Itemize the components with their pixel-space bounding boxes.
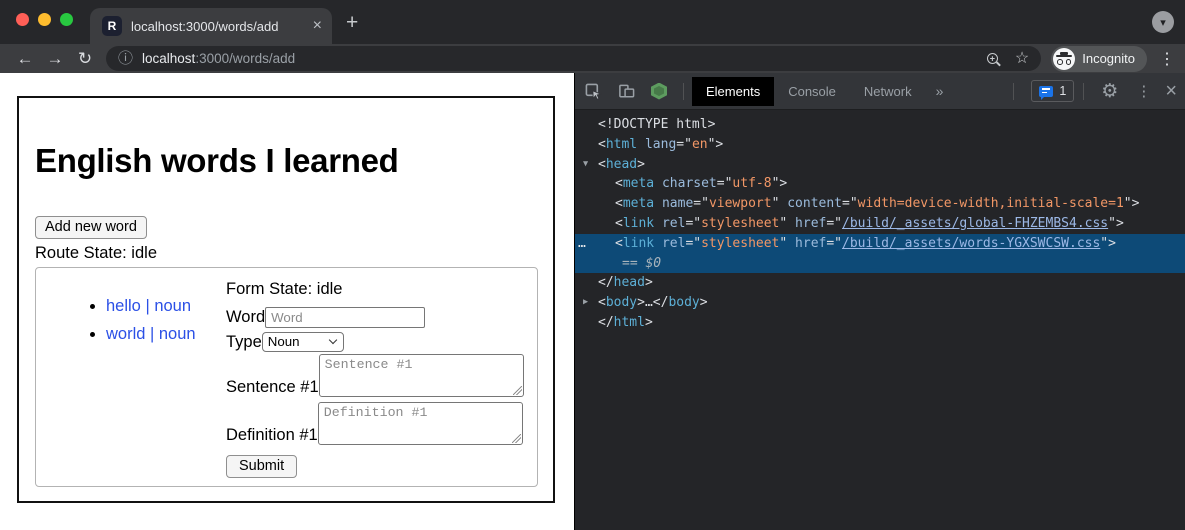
dom-tree: <!DOCTYPE html><html lang="en">▼<head><m… — [575, 110, 1185, 333]
devtools-tab-network[interactable]: Network — [850, 77, 926, 106]
word-input[interactable] — [265, 307, 425, 328]
submit-button[interactable]: Submit — [226, 455, 297, 478]
devtools-tab-console[interactable]: Console — [774, 77, 850, 106]
app-container: English words I learned Add new word Rou… — [17, 96, 555, 503]
bookmark-star-icon[interactable]: ☆ — [1015, 51, 1029, 67]
code-line[interactable]: <html lang="en"> — [575, 135, 1185, 155]
minimize-window-button[interactable] — [38, 13, 51, 26]
collapse-arrow-icon[interactable]: ▼ — [583, 155, 588, 175]
sentence-label: Sentence #1 — [226, 378, 319, 397]
word-list: hello | noun world | noun — [36, 297, 226, 344]
page-viewport: English words I learned Add new word Rou… — [0, 73, 574, 530]
code-line[interactable]: == $0 — [575, 254, 1185, 274]
incognito-icon — [1053, 48, 1075, 70]
form-state-text: Form State: idle — [226, 280, 527, 299]
word-link[interactable]: hello | noun — [106, 297, 191, 315]
route-state-text: Route State: idle — [35, 244, 157, 263]
page-title: English words I learned — [35, 142, 399, 180]
words-panel: hello | noun world | noun Form State: idl… — [35, 267, 538, 487]
issues-count: 1 — [1059, 84, 1066, 98]
definition-textarea[interactable] — [318, 402, 523, 445]
code-line[interactable]: <!DOCTYPE html> — [575, 115, 1185, 135]
url-text: localhost:3000/words/add — [142, 51, 295, 66]
toolbar-divider — [1013, 83, 1014, 100]
devtools-panel: ElementsConsoleNetwork » 1 ⚙ ⋮ × <!DOCTY… — [574, 73, 1185, 530]
code-line[interactable]: ▶<body>…</body> — [575, 293, 1185, 313]
fullscreen-window-button[interactable] — [60, 13, 73, 26]
add-new-word-button[interactable]: Add new word — [35, 216, 147, 239]
code-line[interactable]: <meta charset="utf-8"> — [575, 174, 1185, 194]
inspect-element-icon[interactable] — [585, 83, 602, 100]
extension-hexagon-icon[interactable] — [651, 83, 667, 100]
node-options-ellipsis-icon[interactable]: … — [578, 234, 585, 254]
issues-icon — [1039, 86, 1053, 97]
browser-tab[interactable]: R localhost:3000/words/add × — [90, 8, 332, 44]
devtools-close-icon[interactable]: × — [1165, 82, 1177, 100]
issues-button[interactable]: 1 — [1031, 80, 1074, 102]
reload-icon[interactable]: ↻ — [70, 50, 100, 67]
forward-icon[interactable]: → — [40, 50, 70, 67]
word-label: Word — [226, 308, 265, 327]
close-window-button[interactable] — [16, 13, 29, 26]
definition-label: Definition #1 — [226, 426, 318, 445]
code-line[interactable]: </head> — [575, 273, 1185, 293]
settings-gear-icon[interactable]: ⚙ — [1101, 82, 1118, 101]
tab-search-chevron-icon[interactable]: ▾ — [1152, 11, 1174, 33]
back-icon[interactable]: ← — [10, 50, 40, 67]
browser-toolbar: ← → ↻ ⓘ localhost:3000/words/add ☆ Incog… — [0, 44, 1185, 73]
tab-title: localhost:3000/words/add — [131, 19, 305, 34]
device-toolbar-icon[interactable] — [618, 83, 635, 100]
word-link[interactable]: world | noun — [106, 325, 196, 343]
type-select[interactable]: Noun — [262, 332, 344, 352]
titlebar: R localhost:3000/words/add × + ▾ — [0, 0, 1185, 44]
tab-close-icon[interactable]: × — [313, 18, 322, 34]
devtools-tabs: ElementsConsoleNetwork — [692, 73, 926, 109]
remix-favicon-icon: R — [102, 16, 122, 36]
code-line[interactable]: <link rel="stylesheet" href="/build/_ass… — [575, 214, 1185, 234]
sentence-textarea[interactable] — [319, 354, 524, 397]
word-list-column: hello | noun world | noun — [36, 268, 226, 486]
code-line[interactable]: <meta name="viewport" content="width=dev… — [575, 194, 1185, 214]
address-bar[interactable]: ⓘ localhost:3000/words/add ☆ — [106, 46, 1041, 71]
devtools-toolbar: ElementsConsoleNetwork » 1 ⚙ ⋮ × — [575, 73, 1185, 110]
word-list-item: world | noun — [106, 325, 226, 344]
browser-window: R localhost:3000/words/add × + ▾ ← → ↻ ⓘ… — [0, 0, 1185, 530]
devtools-menu-icon[interactable]: ⋮ — [1136, 82, 1151, 100]
zoom-icon[interactable] — [987, 53, 998, 64]
toolbar-divider — [1083, 83, 1084, 100]
browser-menu-icon[interactable]: ⋮ — [1159, 49, 1175, 69]
incognito-badge: Incognito — [1051, 46, 1147, 72]
code-line[interactable]: …<link rel="stylesheet" href="/build/_as… — [575, 234, 1185, 254]
info-icon[interactable]: ⓘ — [118, 51, 133, 66]
add-word-form: Form State: idle Word Type Noun — [226, 268, 537, 486]
devtools-tab-elements[interactable]: Elements — [692, 77, 774, 106]
new-tab-icon[interactable]: + — [346, 13, 358, 33]
type-label: Type — [226, 333, 262, 352]
code-line[interactable]: </html> — [575, 313, 1185, 333]
expand-arrow-icon[interactable]: ▶ — [583, 293, 588, 313]
word-list-item: hello | noun — [106, 297, 226, 316]
code-line[interactable]: ▼<head> — [575, 155, 1185, 175]
more-tabs-icon[interactable]: » — [936, 83, 944, 99]
incognito-label: Incognito — [1082, 51, 1135, 66]
toolbar-divider — [683, 83, 684, 100]
